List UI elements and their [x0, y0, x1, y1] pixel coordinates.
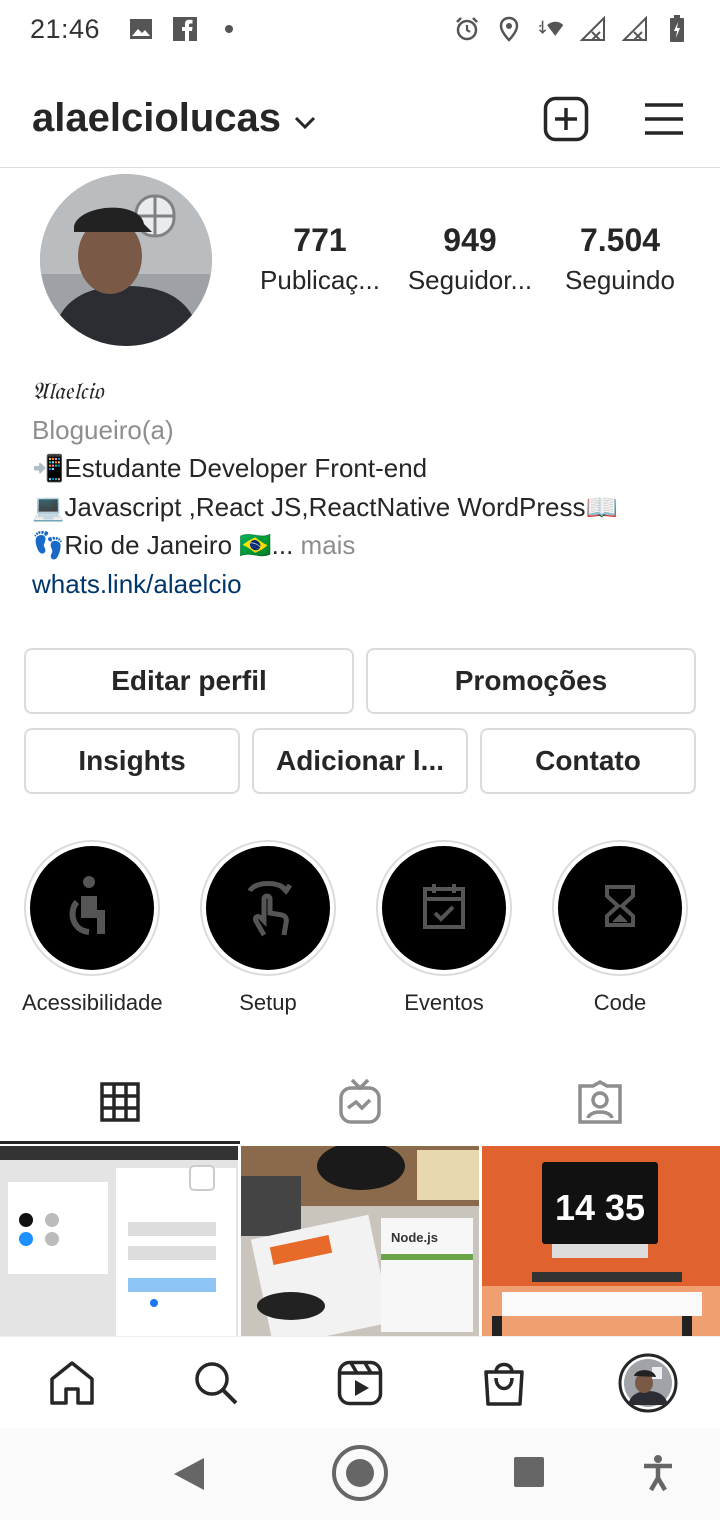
posts-grid: Node.js 14 35 — [0, 1146, 720, 1336]
post-clock-text: 14 35 — [555, 1187, 645, 1228]
stat-label: Seguindo — [565, 265, 675, 295]
highlight-label: Setup — [239, 990, 297, 1015]
back-icon[interactable] — [172, 1456, 206, 1497]
signal-icon — [580, 16, 606, 42]
tab-grid[interactable] — [0, 1064, 240, 1144]
stat-label: Publicaç... — [260, 265, 380, 295]
battery-icon — [664, 15, 690, 42]
bio-category: Blogueiro(a) — [32, 414, 174, 445]
stat-value: 771 — [293, 222, 347, 258]
status-bar: 21:46 — [0, 0, 720, 58]
bottom-navigation — [0, 1336, 720, 1428]
shop-icon[interactable] — [474, 1353, 534, 1413]
highlight-item[interactable]: Setup — [198, 840, 338, 1016]
profile-header: alaelciolucas — [0, 70, 720, 168]
reels-icon[interactable] — [330, 1353, 390, 1413]
post-thumbnail[interactable] — [0, 1146, 238, 1336]
story-highlights: Acessibilidade Setup Eventos Code — [0, 840, 720, 1020]
highlight-item[interactable]: Eventos — [374, 840, 514, 1016]
highlight-label: Eventos — [404, 990, 484, 1015]
alarm-icon — [454, 16, 480, 42]
profile-avatar-tab[interactable] — [618, 1353, 678, 1413]
profile-bio: 𝔄𝔩𝔞𝔢𝔩𝔠𝔦𝔬 Blogueiro(a) 📲Estudante Develop… — [32, 372, 692, 603]
stat-posts[interactable]: 771 Publicaç... — [250, 222, 390, 296]
stat-following[interactable]: 7.504 Seguindo — [550, 222, 690, 296]
highlight-label: Code — [593, 990, 647, 1015]
profile-tabs — [0, 1064, 720, 1144]
bio-line: 👣Rio de Janeiro 🇧🇷... — [32, 530, 294, 560]
status-time: 21:46 — [30, 13, 101, 44]
accessibility-shortcut-icon[interactable] — [642, 1454, 674, 1497]
post-thumbnail[interactable]: 14 35 — [482, 1146, 720, 1336]
home-icon[interactable] — [42, 1353, 102, 1413]
signal-icon — [622, 16, 648, 42]
profile-avatar[interactable] — [40, 174, 212, 346]
tab-tagged[interactable] — [480, 1064, 720, 1144]
facebook-icon — [172, 16, 198, 42]
gallery-icon — [128, 16, 154, 42]
contact-button[interactable]: Contato — [480, 728, 696, 794]
bio-more-link[interactable]: mais — [301, 530, 356, 560]
highlight-item[interactable]: Code — [550, 840, 690, 1016]
tab-igtv[interactable] — [240, 1064, 480, 1144]
edit-profile-button[interactable]: Editar perfil — [24, 648, 354, 714]
account-switcher[interactable]: alaelciolucas — [32, 96, 281, 141]
search-icon[interactable] — [186, 1353, 246, 1413]
dot-icon — [216, 16, 242, 42]
igtv-icon — [338, 1078, 382, 1131]
stat-value: 949 — [443, 222, 497, 258]
bio-line: 💻Javascript ,React JS,ReactNative WordPr… — [32, 491, 618, 522]
home-button-icon[interactable] — [331, 1444, 389, 1507]
post-thumbnail[interactable]: Node.js — [241, 1146, 479, 1336]
new-post-icon[interactable] — [542, 95, 590, 143]
system-navigation — [0, 1428, 720, 1520]
location-icon — [496, 16, 522, 42]
stat-value: 7.504 — [579, 222, 661, 258]
grid-icon — [100, 1081, 140, 1127]
bio-website-link[interactable]: whats.link/alaelcio — [32, 565, 692, 604]
insights-button[interactable]: Insights — [24, 728, 240, 794]
profile-stats: 771 Publicaç... 949 Seguidor... 7.504 Se… — [250, 222, 690, 296]
highlight-label: Acessibilidade — [22, 990, 163, 1015]
chevron-down-icon[interactable] — [291, 108, 319, 136]
stat-label: Seguidor... — [407, 265, 533, 295]
stat-followers[interactable]: 949 Seguidor... — [400, 222, 540, 296]
promotions-button[interactable]: Promoções — [366, 648, 696, 714]
add-button[interactable]: Adicionar l... — [252, 728, 468, 794]
tagged-icon — [577, 1079, 623, 1129]
recents-icon[interactable] — [513, 1456, 545, 1493]
bio-name: 𝔄𝔩𝔞𝔢𝔩𝔠𝔦𝔬 — [32, 377, 104, 405]
bio-line: 📲Estudante Developer Front-end — [32, 453, 428, 483]
highlight-item[interactable]: Acessibilidade — [22, 840, 163, 1016]
menu-icon[interactable] — [640, 95, 688, 143]
post-label: Node.js — [391, 1230, 438, 1245]
wifi-icon — [538, 16, 564, 42]
accessibility-icon — [67, 874, 117, 943]
calendar-icon — [422, 882, 466, 935]
touch-icon — [240, 875, 296, 942]
hourglass-icon — [604, 884, 636, 933]
